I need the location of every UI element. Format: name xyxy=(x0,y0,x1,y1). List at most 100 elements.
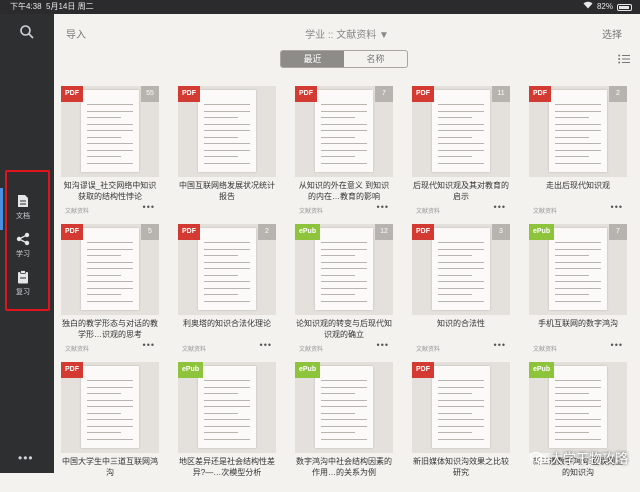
document-more-icon[interactable]: ••• xyxy=(611,202,623,212)
document-title: 知识的合法性 xyxy=(412,318,510,340)
annotation-count-badge: 7 xyxy=(609,224,627,240)
document-title: 从知识的外在意义 到知识的内在…教育的影响 xyxy=(295,180,393,202)
file-type-badge: PDF xyxy=(178,224,200,240)
document-card[interactable]: PDF2利奥塔的知识合法化理论文献资料••• xyxy=(178,224,276,354)
page-preview xyxy=(198,90,256,172)
document-title: 新旧媒体知识沟效果之比较研究 xyxy=(412,456,510,478)
file-type-badge: PDF xyxy=(61,362,83,378)
document-thumbnail: PDF 7 xyxy=(295,86,393,177)
document-more-icon[interactable]: ••• xyxy=(494,202,506,212)
document-thumbnail: PDF 2 xyxy=(178,224,276,315)
sidebar-item-documents[interactable]: 文档 xyxy=(4,194,42,221)
page-preview xyxy=(315,90,373,172)
document-thumbnail: PDF xyxy=(178,86,276,177)
page-preview xyxy=(198,366,256,448)
wifi-icon xyxy=(583,0,593,14)
page-preview xyxy=(549,366,607,448)
annotation-count-badge: 12 xyxy=(375,224,393,240)
document-card[interactable]: PDF3 知识的合法性文献资料 ••• xyxy=(412,224,510,354)
sidebar-item-review[interactable]: 复习 xyxy=(4,270,42,297)
sidebar-item-label: 文档 xyxy=(16,213,30,220)
sort-name-tab[interactable]: 名称 xyxy=(344,51,407,67)
document-title: 数字鸿沟中社会结构因素的作用…的关系为例 xyxy=(295,456,393,478)
file-type-badge: PDF xyxy=(412,224,434,240)
document-title: 后现代知识观及其对教育的启示 xyxy=(412,180,510,202)
watermark-text: 大学干物攻略 xyxy=(550,448,628,467)
file-type-badge: PDF xyxy=(529,86,551,102)
annotation-count-badge: 55 xyxy=(141,86,159,102)
file-type-badge: PDF xyxy=(61,224,83,240)
page-preview xyxy=(81,90,139,172)
document-card[interactable]: ePub 7 手机互联网的数字鸿沟文献资料 ••• xyxy=(529,224,627,354)
status-bar: 下午4:38 5月14日 周二 82% xyxy=(0,0,640,14)
document-more-icon[interactable]: ••• xyxy=(611,340,623,350)
document-title: 手机互联网的数字鸿沟 xyxy=(529,318,627,340)
status-right: 82% xyxy=(583,0,632,14)
document-title: 知沟谬误_社交网络中知识获取的结构性悖论 xyxy=(61,180,159,202)
file-type-badge: ePub xyxy=(295,224,320,240)
breadcrumb[interactable]: 学业 :: 文献资料 ▼ xyxy=(54,26,640,41)
document-thumbnail: PDF2 xyxy=(529,86,627,177)
list-view-icon[interactable] xyxy=(618,54,630,64)
document-card[interactable]: PDF 11 后现代知识观及其对教育的启示文献资料 ••• xyxy=(412,86,510,216)
document-folder-label: 文献资料 xyxy=(299,206,323,215)
file-type-badge: PDF xyxy=(178,86,200,102)
file-type-badge: ePub xyxy=(529,362,554,378)
document-thumbnail: PDF 11 xyxy=(412,86,510,177)
page-preview xyxy=(198,228,256,310)
document-more-icon[interactable]: ••• xyxy=(494,340,506,350)
document-card[interactable]: ePub 12 论知识观的转变与后现代知识观的确立文献资料 ••• xyxy=(295,224,393,354)
document-thumbnail: PDF xyxy=(61,362,159,453)
document-thumbnail: ePub xyxy=(529,362,627,453)
document-folder-label: 文献资料 xyxy=(65,206,89,215)
document-thumbnail: ePub xyxy=(178,362,276,453)
page-preview xyxy=(549,90,607,172)
document-more-icon[interactable]: ••• xyxy=(377,202,389,212)
document-thumbnail: PDF xyxy=(412,362,510,453)
document-title: 利奥塔的知识合法化理论 xyxy=(178,318,276,340)
document-thumbnail: PDF3 xyxy=(412,224,510,315)
page-preview xyxy=(432,366,490,448)
sort-recent-tab[interactable]: 最近 xyxy=(281,51,344,67)
annotation-count-badge: 2 xyxy=(258,224,276,240)
document-title: 论知识观的转变与后现代知识观的确立 xyxy=(295,318,393,340)
library-main: 导入 学业 :: 文献资料 ▼ 选择 最近 名称 PDF55知沟谬误_社交网络中… xyxy=(54,14,640,473)
document-more-icon[interactable]: ••• xyxy=(260,340,272,350)
document-title: 中国互联网络发展状况统计报告 xyxy=(178,180,276,202)
sidebar: 文档 学习 复习 ••• xyxy=(0,14,54,473)
document-thumbnail: PDF 5 xyxy=(61,224,159,315)
annotation-count-badge: 11 xyxy=(492,86,510,102)
more-menu-icon[interactable]: ••• xyxy=(18,451,34,465)
document-thumbnail: ePub 12 xyxy=(295,224,393,315)
document-folder-label: 文献资料 xyxy=(299,344,323,353)
file-type-badge: ePub xyxy=(295,362,320,378)
file-type-badge: PDF xyxy=(295,86,317,102)
document-card[interactable]: PDF2走出后现代知识观文献资料••• xyxy=(529,86,627,216)
file-type-badge: ePub xyxy=(529,224,554,240)
annotation-count-badge: 5 xyxy=(141,224,159,240)
document-title: 独白的教学形态与对话的教学形…识观的思考 xyxy=(61,318,159,340)
select-button[interactable]: 选择 xyxy=(602,26,622,41)
document-more-icon[interactable]: ••• xyxy=(143,202,155,212)
document-thumbnail: ePub 7 xyxy=(529,224,627,315)
document-card[interactable]: PDF5独白的教学形态与对话的教学形…识观的思考文献资料••• xyxy=(61,224,159,354)
document-card[interactable]: PDF55知沟谬误_社交网络中知识获取的结构性悖论文献资料••• xyxy=(61,86,159,216)
page-preview xyxy=(81,228,139,310)
page-preview xyxy=(81,366,139,448)
status-time: 下午4:38 5月14日 周二 xyxy=(10,0,94,14)
document-folder-label: 文献资料 xyxy=(533,344,557,353)
document-folder-label: 文献资料 xyxy=(416,344,440,353)
document-more-icon[interactable]: ••• xyxy=(377,340,389,350)
file-type-badge: PDF xyxy=(412,86,434,102)
document-card[interactable]: PDF 7 从知识的外在意义 到知识的内在…教育的影响文献资料 ••• xyxy=(295,86,393,216)
document-thumbnail: ePub xyxy=(295,362,393,453)
document-folder-label: 文献资料 xyxy=(416,206,440,215)
annotation-count-badge: 7 xyxy=(375,86,393,102)
sidebar-item-study[interactable]: 学习 xyxy=(4,232,42,259)
document-card[interactable]: PDF 中国互联网络发展状况统计报告 xyxy=(178,86,276,216)
document-more-icon[interactable]: ••• xyxy=(143,340,155,350)
page-preview xyxy=(315,228,373,310)
document-title: 走出后现代知识观 xyxy=(529,180,627,202)
search-icon[interactable] xyxy=(19,24,35,40)
page-preview xyxy=(432,90,490,172)
